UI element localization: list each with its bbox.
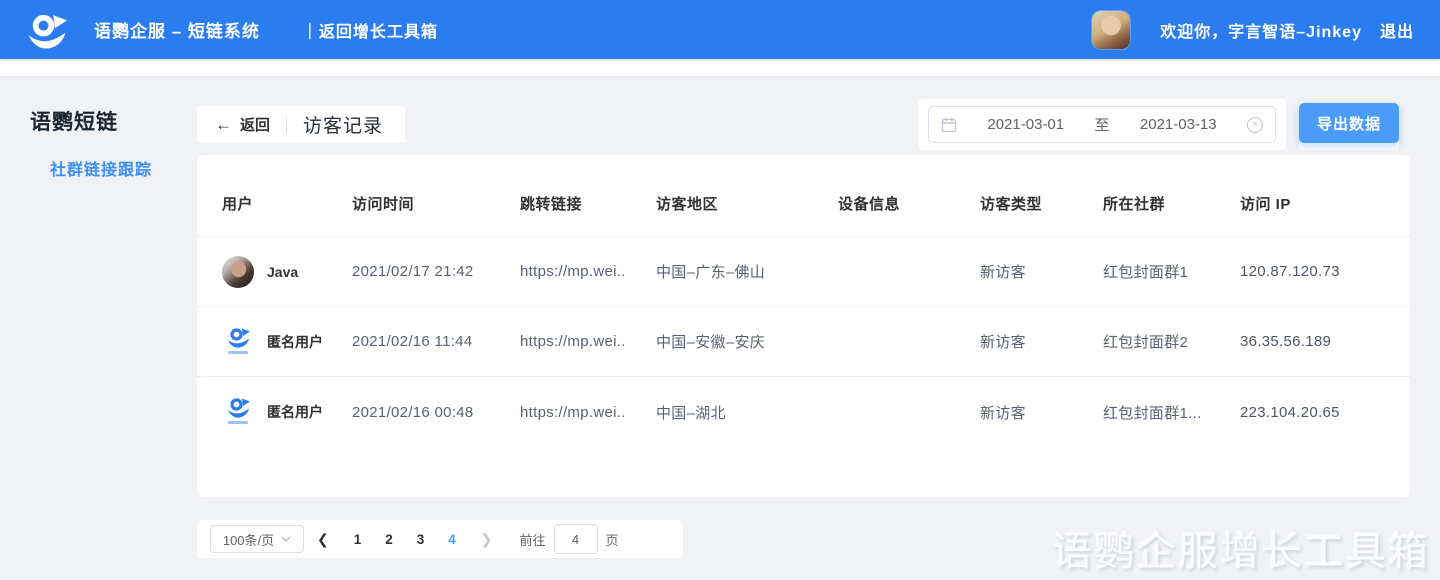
row-avatar bbox=[222, 256, 254, 288]
redirect-link[interactable]: https://mp.wei.. bbox=[520, 404, 656, 421]
row-avatar-anonymous bbox=[222, 395, 254, 429]
app-title: 语鹦企服 – 短链系统 bbox=[94, 17, 260, 42]
clear-date-icon[interactable]: × bbox=[1247, 117, 1263, 133]
divider bbox=[286, 117, 287, 133]
group-name: 红包封面群1... bbox=[1103, 402, 1240, 423]
date-range-picker[interactable]: 2021-03-01 至 2021-03-13 × bbox=[928, 106, 1276, 143]
app-logo-icon bbox=[26, 9, 68, 51]
group-name: 红包封面群2 bbox=[1103, 331, 1240, 352]
user-name: 匿名用户 bbox=[267, 402, 323, 422]
visit-time: 2021/02/16 11:44 bbox=[352, 333, 520, 350]
back-button[interactable]: 返回 bbox=[240, 114, 270, 135]
col-redirect-link: 跳转链接 bbox=[520, 193, 656, 214]
visit-ip: 223.104.20.65 bbox=[1240, 404, 1385, 421]
page-size-value: 100条/页 bbox=[223, 530, 274, 549]
sidebar-item-group-link-tracking[interactable]: 社群链接跟踪 bbox=[50, 156, 152, 180]
date-range-card: 2021-03-01 至 2021-03-13 × bbox=[918, 99, 1286, 150]
col-user: 用户 bbox=[222, 193, 352, 214]
subheader-strip bbox=[0, 59, 1440, 76]
table-row: 匿名用户 2021/02/16 00:48 https://mp.wei.. 中… bbox=[197, 377, 1410, 447]
visit-ip: 36.35.56.189 bbox=[1240, 333, 1385, 350]
col-device: 设备信息 bbox=[838, 193, 980, 214]
welcome-text: 欢迎你，字言智语–Jinkey bbox=[1160, 18, 1362, 42]
col-visitor-type: 访客类型 bbox=[980, 193, 1103, 214]
pagination: 100条/页 ❮ 1 2 3 4 ❯ 前往 页 bbox=[197, 520, 683, 558]
export-data-button[interactable]: 导出数据 bbox=[1299, 103, 1399, 143]
page-number-4-current[interactable]: 4 bbox=[436, 532, 468, 547]
breadcrumb: ← 返回 访客记录 bbox=[197, 106, 405, 143]
user-cell: Java bbox=[222, 256, 352, 288]
prev-page-button[interactable]: ❮ bbox=[304, 531, 342, 548]
user-name: Java bbox=[267, 264, 298, 280]
col-region: 访客地区 bbox=[656, 193, 838, 214]
back-to-toolbox-link[interactable]: ｜返回增长工具箱 bbox=[302, 18, 438, 42]
table-row: Java 2021/02/17 21:42 https://mp.wei.. 中… bbox=[197, 237, 1410, 307]
col-group: 所在社群 bbox=[1103, 193, 1240, 214]
page-title: 访客记录 bbox=[303, 111, 383, 138]
visitor-table: 用户 访问时间 跳转链接 访客地区 设备信息 访客类型 所在社群 访问 IP J… bbox=[197, 155, 1410, 497]
visitor-type: 新访客 bbox=[980, 402, 1103, 423]
visitor-region: 中国–广东–佛山 bbox=[656, 261, 838, 282]
page-size-select[interactable]: 100条/页 bbox=[210, 525, 304, 553]
visit-time: 2021/02/17 21:42 bbox=[352, 263, 520, 280]
topbar-user-area: 欢迎你，字言智语–Jinkey 退出 bbox=[1092, 11, 1414, 49]
user-name: 匿名用户 bbox=[267, 332, 323, 352]
logout-link[interactable]: 退出 bbox=[1380, 18, 1414, 42]
user-cell: 匿名用户 bbox=[222, 325, 352, 359]
goto-page-input[interactable] bbox=[554, 524, 598, 554]
row-avatar-anonymous bbox=[222, 325, 254, 359]
goto-page-suffix: 页 bbox=[606, 530, 619, 549]
calendar-icon bbox=[941, 117, 957, 133]
page-number-1[interactable]: 1 bbox=[342, 532, 374, 547]
redirect-link[interactable]: https://mp.wei.. bbox=[520, 333, 656, 350]
table-row: 匿名用户 2021/02/16 11:44 https://mp.wei.. 中… bbox=[197, 307, 1410, 377]
page-number-3[interactable]: 3 bbox=[405, 532, 437, 547]
group-name: 红包封面群1 bbox=[1103, 261, 1240, 282]
sidebar-title: 语鹦短链 bbox=[30, 106, 118, 136]
visitor-type: 新访客 bbox=[980, 331, 1103, 352]
date-separator: 至 bbox=[1091, 114, 1114, 135]
table-header-row: 用户 访问时间 跳转链接 访客地区 设备信息 访客类型 所在社群 访问 IP bbox=[197, 155, 1410, 237]
redirect-link[interactable]: https://mp.wei.. bbox=[520, 263, 656, 280]
user-cell: 匿名用户 bbox=[222, 395, 352, 429]
back-arrow-icon[interactable]: ← bbox=[215, 115, 232, 135]
page-number-2[interactable]: 2 bbox=[373, 532, 405, 547]
next-page-button[interactable]: ❯ bbox=[468, 531, 506, 548]
visitor-region: 中国–安徽–安庆 bbox=[656, 331, 838, 352]
user-avatar[interactable] bbox=[1092, 11, 1130, 49]
visit-ip: 120.87.120.73 bbox=[1240, 263, 1385, 280]
visitor-type: 新访客 bbox=[980, 261, 1103, 282]
top-bar: 语鹦企服 – 短链系统 ｜返回增长工具箱 欢迎你，字言智语–Jinkey 退出 bbox=[0, 0, 1440, 59]
visitor-region: 中国–湖北 bbox=[656, 402, 838, 423]
goto-page-label: 前往 bbox=[520, 530, 546, 549]
watermark-text: 语鹦企服增长工具箱 bbox=[1052, 519, 1430, 577]
date-start-value[interactable]: 2021-03-01 bbox=[961, 116, 1091, 133]
visit-time: 2021/02/16 00:48 bbox=[352, 404, 520, 421]
chevron-down-icon bbox=[281, 534, 291, 544]
col-visit-time: 访问时间 bbox=[352, 193, 520, 214]
date-end-value[interactable]: 2021-03-13 bbox=[1114, 116, 1244, 133]
col-ip: 访问 IP bbox=[1240, 193, 1385, 214]
